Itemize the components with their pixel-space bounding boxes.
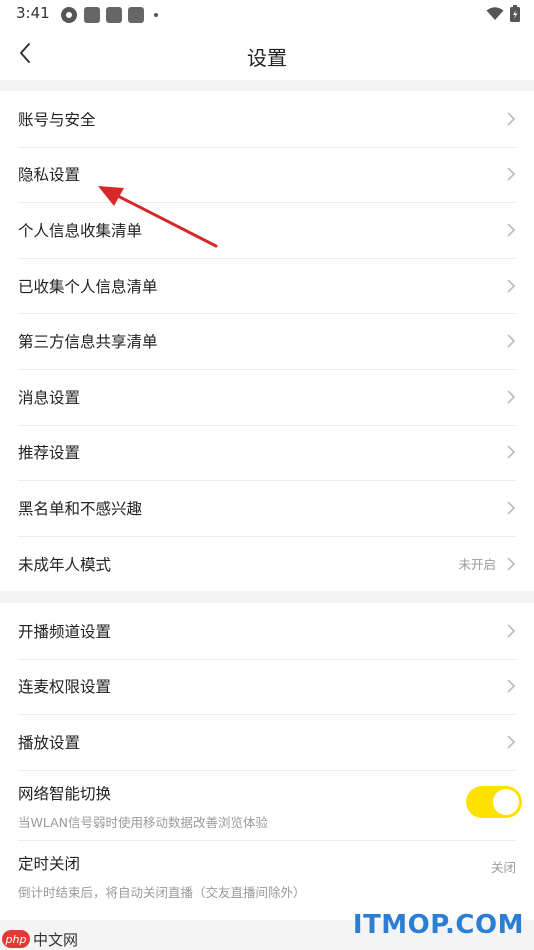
settings-item-label: 未成年人模式	[18, 555, 112, 574]
settings-item-value: 关闭	[490, 859, 516, 875]
chevron-right-icon	[507, 334, 516, 348]
settings-item-label: 账号与安全	[18, 110, 96, 129]
chevron-right-icon	[507, 279, 516, 293]
settings-item-label: 黑名单和不感兴趣	[18, 499, 143, 518]
chevron-right-icon	[507, 624, 516, 638]
notification-icons	[60, 6, 158, 24]
settings-item-value: 未开启	[458, 557, 496, 573]
settings-item-recommendations[interactable]: 推荐设置	[0, 424, 534, 481]
settings-item-label: 推荐设置	[18, 444, 81, 463]
settings-item-collected-info[interactable]: 已收集个人信息清单	[0, 257, 534, 314]
settings-item-label: 第三方信息共享清单	[18, 333, 158, 352]
settings-item-mic-link-permission[interactable]: 连麦权限设置	[0, 658, 534, 715]
settings-group-account: 账号与安全 隐私设置 个人信息收集清单 已收集个人信息清单 第三方信息共享清单 …	[0, 91, 534, 592]
settings-item-minor-mode[interactable]: 未成年人模式 未开启	[0, 535, 534, 592]
watermark-itmop: ITMOP.COM	[352, 910, 524, 940]
settings-item-broadcast-channel[interactable]: 开播频道设置	[0, 603, 534, 659]
chevron-right-icon	[507, 501, 516, 515]
status-time: 3:41	[16, 4, 50, 22]
settings-item-label: 个人信息收集清单	[18, 221, 143, 240]
settings-item-account-security[interactable]: 账号与安全	[0, 91, 534, 147]
settings-item-label: 消息设置	[18, 388, 81, 407]
chevron-right-icon	[507, 735, 516, 749]
chevron-right-icon	[507, 112, 516, 126]
settings-item-description: 倒计时结束后，将自动关闭直播（交友直播间除外）	[18, 884, 306, 900]
settings-item-blacklist[interactable]: 黑名单和不感兴趣	[0, 480, 534, 536]
settings-item-label: 网络智能切换	[18, 784, 112, 803]
navigation-header: 设置	[0, 28, 534, 80]
settings-item-label: 播放设置	[18, 733, 81, 752]
settings-item-label: 已收集个人信息清单	[18, 277, 158, 296]
system-status-icons	[486, 5, 520, 22]
settings-item-label: 定时关闭	[18, 854, 81, 873]
settings-item-label: 开播频道设置	[18, 622, 112, 641]
settings-item-label: 隐私设置	[18, 166, 81, 185]
wifi-icon	[486, 6, 504, 20]
network-switch-toggle[interactable]	[466, 785, 522, 818]
toggle-knob	[493, 788, 519, 815]
watermark-php-cn: php 中文网	[0, 928, 78, 950]
battery-icon	[510, 5, 520, 22]
notification-square-icon	[84, 7, 100, 23]
chevron-right-icon	[507, 390, 516, 404]
watermark-php-badge: php	[2, 930, 30, 948]
settings-item-personal-info-collection[interactable]: 个人信息收集清单	[0, 202, 534, 258]
chevron-right-icon	[507, 167, 516, 181]
page-title: 设置	[247, 46, 287, 70]
chevron-right-icon	[507, 445, 516, 459]
settings-item-timer-close[interactable]: 定时关闭 关闭 倒计时结束后，将自动关闭直播（交友直播间除外）	[0, 839, 534, 910]
watermark-cn-text: 中文网	[33, 930, 79, 949]
more-notifications-dot-icon	[154, 13, 158, 17]
settings-item-playback[interactable]: 播放设置	[0, 714, 534, 770]
chevron-right-icon	[507, 223, 516, 237]
settings-item-network-switch: 网络智能切换 当WLAN信号弱时使用移动数据改善浏览体验	[0, 769, 534, 840]
settings-item-description: 当WLAN信号弱时使用移动数据改善浏览体验	[18, 814, 269, 830]
settings-item-messages[interactable]: 消息设置	[0, 368, 534, 425]
chevron-right-icon	[507, 556, 516, 571]
status-bar: 3:41	[0, 0, 534, 28]
settings-item-label: 连麦权限设置	[18, 678, 112, 697]
chevron-right-icon	[507, 679, 516, 693]
notification-square-icon	[106, 7, 122, 23]
settings-group-live: 开播频道设置 连麦权限设置 播放设置 网络智能切换 当WLAN信号弱时使用移动数…	[0, 603, 534, 920]
notification-square-icon	[128, 7, 144, 23]
settings-item-privacy[interactable]: 隐私设置	[0, 146, 534, 203]
app-notification-icon	[61, 7, 77, 23]
settings-item-third-party-sharing[interactable]: 第三方信息共享清单	[0, 313, 534, 369]
